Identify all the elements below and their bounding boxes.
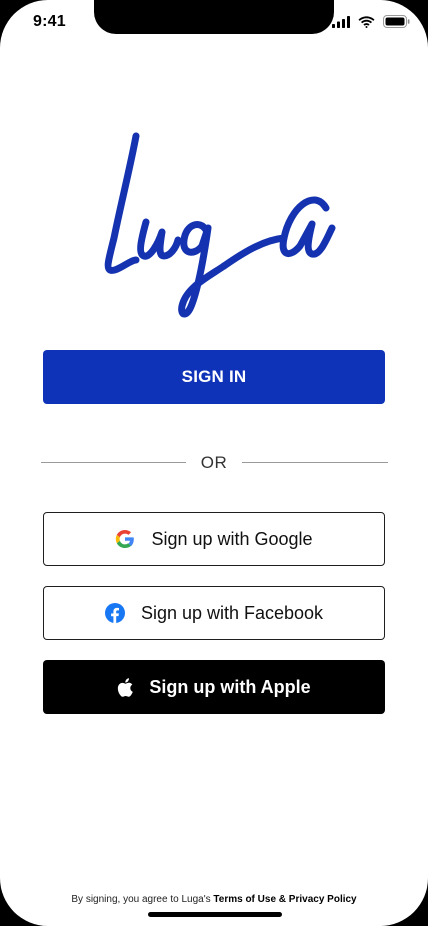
- status-time: 9:41: [33, 13, 66, 30]
- phone-screen: 9:41 SIGN IN OR Sign up with Google Sign…: [0, 0, 428, 926]
- terms-of-use-link[interactable]: Terms of Use: [213, 894, 276, 905]
- luga-logo: [94, 128, 340, 324]
- divider-line-right: [242, 462, 388, 463]
- google-button-label: Sign up with Google: [151, 528, 313, 549]
- sign-up-apple-button[interactable]: Sign up with Apple: [43, 660, 385, 714]
- google-icon: [115, 529, 135, 549]
- home-indicator[interactable]: [148, 912, 282, 917]
- sign-up-google-button[interactable]: Sign up with Google: [43, 512, 385, 566]
- battery-icon: [383, 15, 410, 33]
- sign-up-facebook-button[interactable]: Sign up with Facebook: [43, 586, 385, 640]
- apple-icon: [117, 677, 134, 697]
- divider-or: OR: [200, 453, 228, 472]
- facebook-icon: [104, 603, 125, 623]
- divider-line-left: [41, 462, 186, 463]
- status-icons: [332, 15, 410, 33]
- facebook-button-label: Sign up with Facebook: [140, 602, 324, 623]
- wifi-icon: [358, 15, 375, 33]
- sign-in-button[interactable]: SIGN IN: [43, 350, 385, 404]
- legal-prefix: By signing, you agree to Luga's: [71, 894, 214, 905]
- legal-notice: By signing, you agree to Luga's Terms of…: [0, 894, 428, 905]
- device-notch: [94, 0, 334, 34]
- privacy-policy-link[interactable]: Privacy Policy: [289, 894, 357, 905]
- apple-button-label: Sign up with Apple: [149, 676, 311, 697]
- signal-icon: [332, 15, 350, 33]
- legal-ampersand: &: [276, 894, 289, 905]
